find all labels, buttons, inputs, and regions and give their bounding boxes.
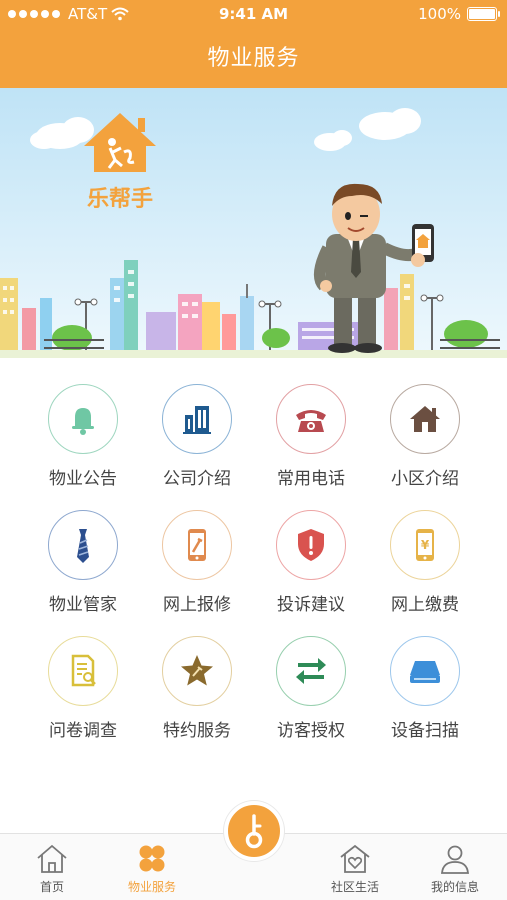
- service-community-intro[interactable]: 小区介绍: [362, 372, 488, 492]
- star-service-icon: [181, 655, 213, 686]
- shield-alert-icon: [298, 529, 324, 561]
- svg-text:¥: ¥: [421, 538, 430, 552]
- service-label: 投诉建议: [277, 595, 345, 615]
- status-bar: AT&T 9:41 AM 100%: [0, 0, 507, 28]
- yuan-phone-icon: ¥: [416, 529, 434, 561]
- swap-arrows-icon: [296, 658, 326, 684]
- clover-icon: [139, 845, 165, 872]
- service-special[interactable]: 特约服务: [134, 624, 260, 744]
- service-device-scan[interactable]: 设备扫描: [362, 624, 488, 744]
- telephone-icon: [296, 410, 326, 432]
- service-visitor-auth[interactable]: 访客授权: [248, 624, 374, 744]
- logo-text: 乐帮手: [87, 186, 153, 212]
- tie-icon: [77, 529, 89, 563]
- banner-illustration: 乐帮手: [0, 88, 507, 358]
- service-label: 网上缴费: [391, 595, 459, 615]
- tab-label: 社区生活: [330, 880, 379, 894]
- service-property-notice[interactable]: 物业公告: [20, 372, 146, 492]
- survey-document-icon: [71, 654, 96, 687]
- bell-icon: [72, 408, 94, 435]
- service-label: 访客授权: [277, 721, 345, 741]
- service-label: 物业管家: [49, 595, 117, 615]
- service-complaints[interactable]: 投诉建议: [248, 498, 374, 618]
- tab-label: 物业服务: [127, 880, 176, 894]
- service-label: 设备扫描: [391, 721, 459, 741]
- service-company-intro[interactable]: 公司介绍: [134, 372, 260, 492]
- repair-phone-icon: [188, 529, 206, 561]
- scanner-icon: [410, 661, 440, 683]
- page-title: 物业服务: [207, 46, 300, 71]
- house-icon: [410, 406, 440, 432]
- top-bar: AT&T 9:41 AM 100% 物业服务: [0, 0, 507, 88]
- service-label: 问卷调查: [49, 721, 117, 741]
- key-icon: [245, 814, 263, 849]
- service-label: 小区介绍: [391, 469, 459, 489]
- center-key-button[interactable]: [224, 801, 284, 861]
- tab-home[interactable]: 首页: [2, 834, 102, 900]
- heart-house-icon: [340, 844, 370, 873]
- tab-my-info[interactable]: 我的信息: [405, 834, 505, 900]
- service-online-payment[interactable]: ¥ 网上缴费: [362, 498, 488, 618]
- building-icon: [183, 406, 211, 434]
- service-property-butler[interactable]: 物业管家: [20, 498, 146, 618]
- tab-community-life[interactable]: 社区生活: [305, 834, 405, 900]
- person-icon: [441, 845, 469, 874]
- battery-percent: 100%: [418, 5, 461, 23]
- tab-property-services[interactable]: 物业服务: [102, 834, 202, 900]
- home-icon: [37, 844, 67, 873]
- tab-label: 我的信息: [430, 880, 479, 894]
- tab-label: 首页: [39, 880, 64, 894]
- service-common-phones[interactable]: 常用电话: [248, 372, 374, 492]
- service-survey[interactable]: 问卷调查: [20, 624, 146, 744]
- service-label: 公司介绍: [163, 469, 231, 489]
- service-label: 常用电话: [277, 469, 345, 489]
- service-online-repair[interactable]: 网上报修: [134, 498, 260, 618]
- service-label: 特约服务: [163, 721, 231, 741]
- battery-icon: [467, 7, 500, 21]
- app-screen: AT&T 9:41 AM 100% 物业服务 乐帮手 物业公告 公司介绍 常用电…: [0, 0, 507, 900]
- service-label: 物业公告: [49, 469, 117, 489]
- service-label: 网上报修: [163, 595, 231, 615]
